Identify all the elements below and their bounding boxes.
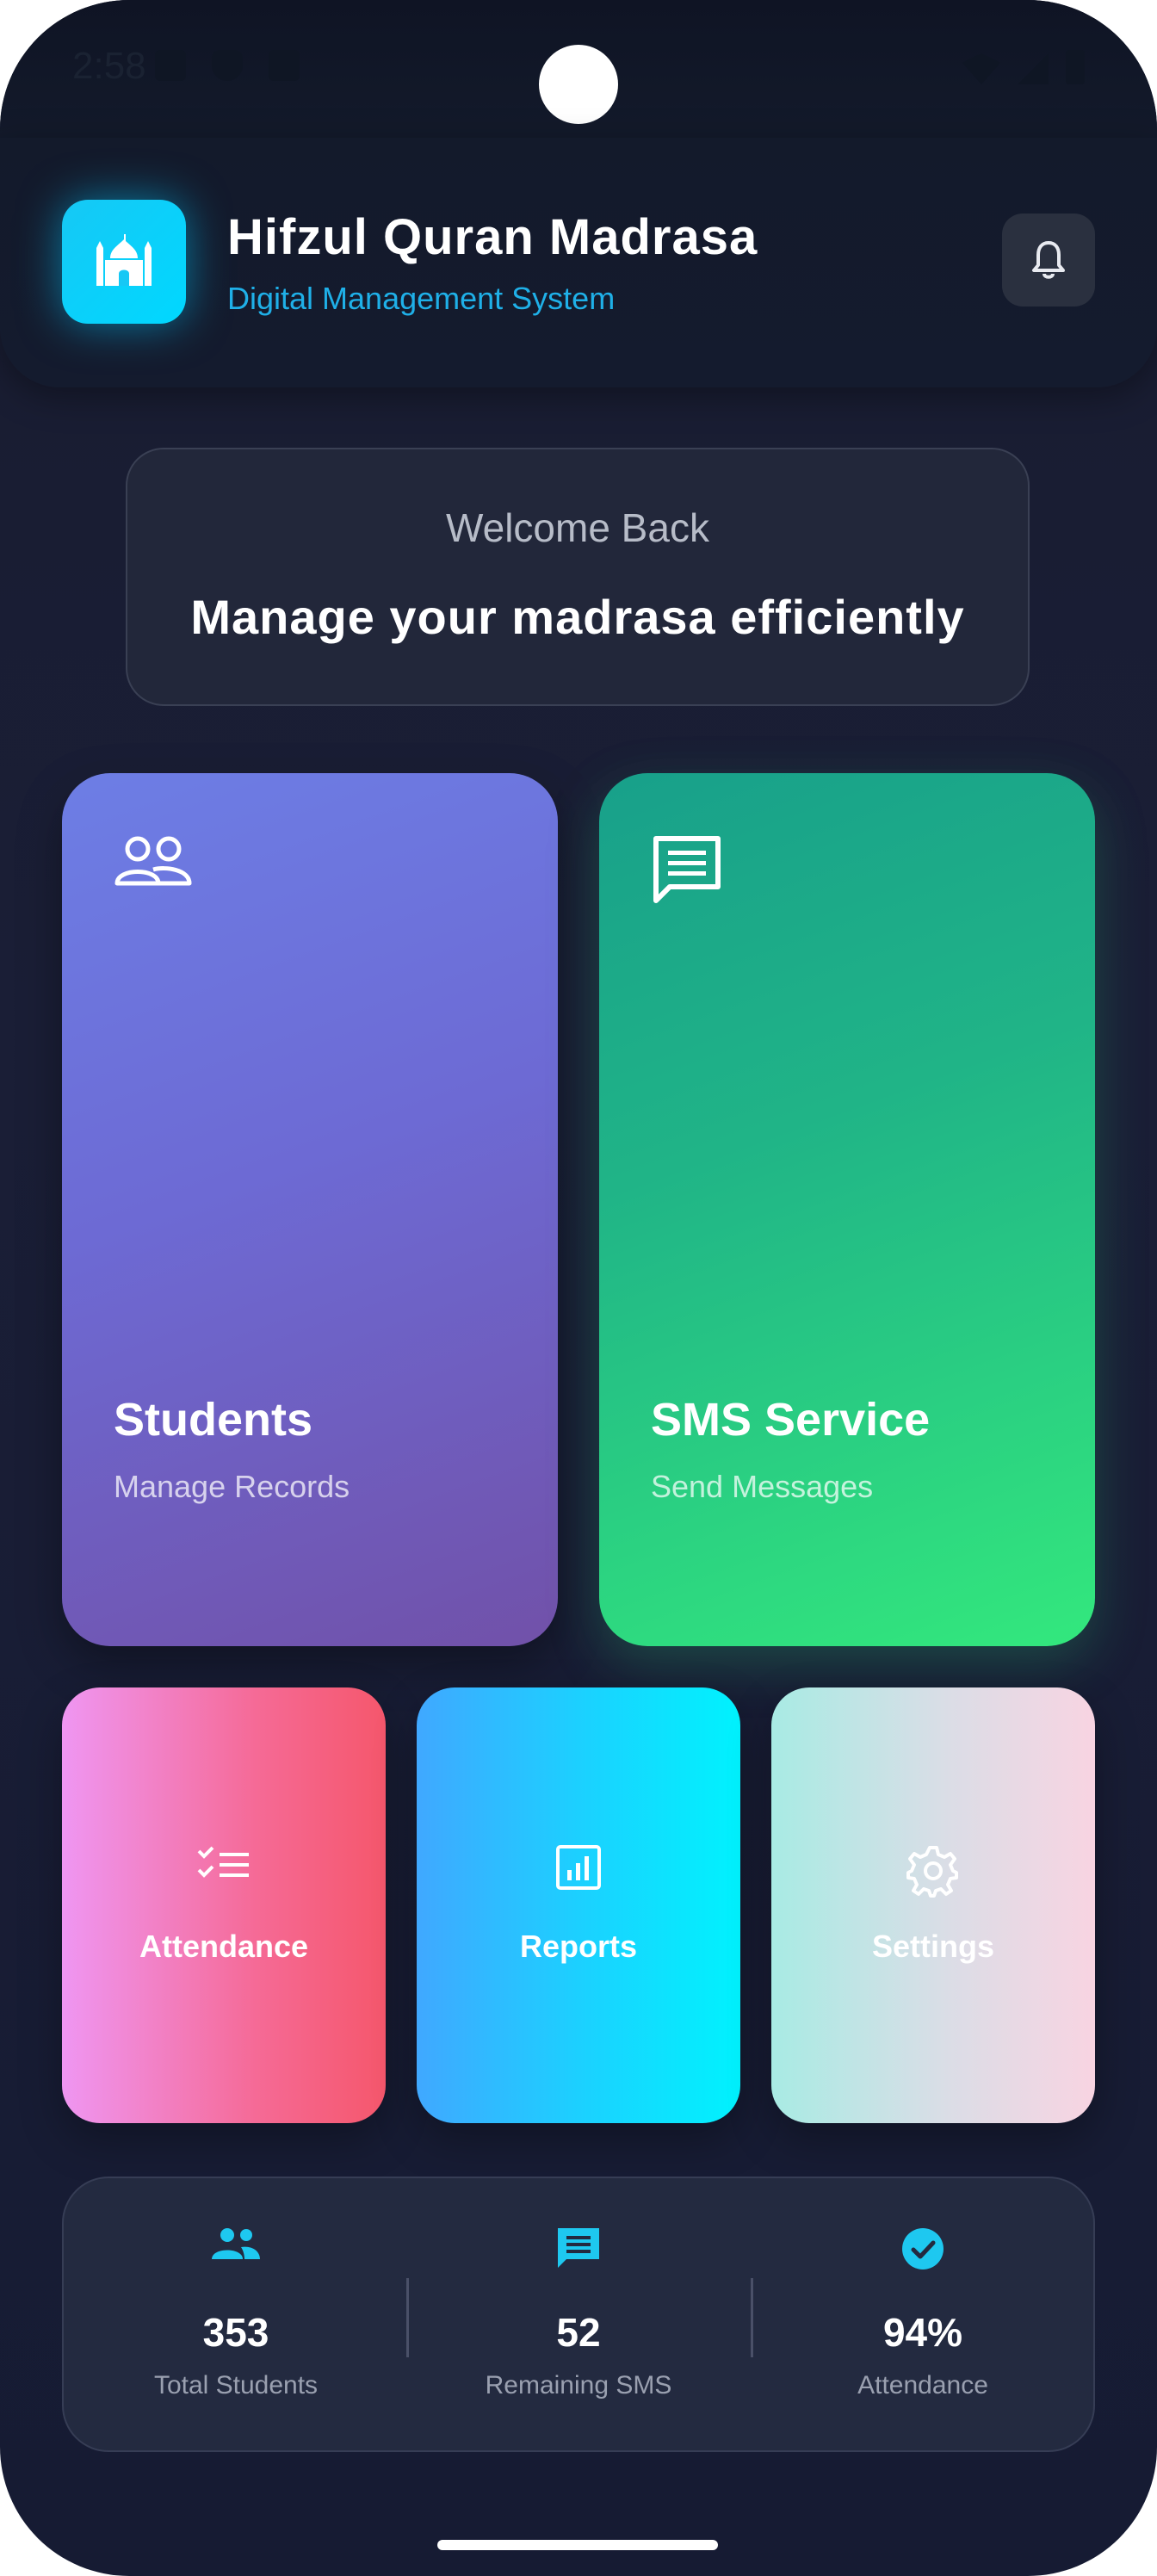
app-title: Hifzul Quran Madrasa: [227, 209, 758, 265]
status-icons-left: [155, 50, 300, 81]
app-subtitle: Digital Management System: [227, 281, 616, 316]
sd-card-icon: [269, 50, 300, 81]
status-time: 2:58: [72, 45, 146, 87]
phone-screen: 2:58 Hifzul Quran Madrasa Digital Manage…: [0, 0, 1157, 2576]
people-icon: [114, 833, 193, 893]
welcome-greeting: Welcome Back: [446, 505, 709, 550]
home-indicator[interactable]: [437, 2540, 718, 2550]
sms-service-card[interactable]: SMS Service Send Messages: [599, 773, 1095, 1646]
attendance-card[interactable]: Attendance: [62, 1687, 386, 2123]
message-icon: [651, 833, 723, 910]
notification-button[interactable]: [1002, 214, 1095, 307]
stats-panel: 353 Total Students 52 Remaining SMS 94% …: [62, 2177, 1095, 2452]
stat-label: Attendance: [857, 2371, 988, 2400]
signal-icon: [1018, 53, 1049, 84]
report-chart-icon: [556, 1845, 601, 1890]
chat-icon: [558, 2228, 599, 2268]
sms-service-title: SMS Service: [651, 1394, 931, 1446]
wifi-icon: [962, 53, 1000, 84]
bell-icon: [1032, 241, 1065, 279]
screen-icon: [155, 50, 186, 81]
group-icon: [212, 2228, 260, 2259]
stat-label: Remaining SMS: [485, 2371, 672, 2400]
settings-card[interactable]: Settings: [771, 1687, 1095, 2123]
shield-icon: [212, 50, 243, 81]
sms-service-subtitle: Send Messages: [651, 1469, 874, 1504]
stat-label: Total Students: [153, 2371, 319, 2400]
camera-cutout: [539, 45, 618, 124]
attendance-label: Attendance: [139, 1929, 309, 1964]
welcome-card: Welcome Back Manage your madrasa efficie…: [126, 448, 1030, 706]
status-icons-right: [962, 50, 1085, 84]
stat-value: 353: [202, 2310, 269, 2355]
gear-icon: [906, 1846, 958, 1898]
settings-label: Settings: [871, 1929, 994, 1964]
app-header: Hifzul Quran Madrasa Digital Management …: [0, 138, 1157, 387]
reports-card[interactable]: Reports: [417, 1687, 740, 2123]
battery-icon: [1066, 50, 1085, 84]
stat-value: 52: [556, 2310, 601, 2355]
students-title: Students: [114, 1394, 313, 1446]
stat-total-students: 353 Total Students: [64, 2178, 408, 2450]
stat-remaining-sms: 52 Remaining SMS: [406, 2178, 751, 2450]
stat-attendance: 94% Attendance: [751, 2178, 1095, 2450]
stat-value: 94%: [882, 2310, 963, 2355]
checklist-icon: [197, 1846, 249, 1878]
status-bar: 2:58: [0, 0, 1157, 138]
check-circle-icon: [902, 2228, 944, 2269]
reports-label: Reports: [519, 1929, 638, 1964]
mosque-icon: [62, 200, 186, 324]
welcome-message: Manage your madrasa efficiently: [190, 590, 965, 644]
students-card[interactable]: Students Manage Records: [62, 773, 558, 1646]
students-subtitle: Manage Records: [114, 1469, 350, 1504]
